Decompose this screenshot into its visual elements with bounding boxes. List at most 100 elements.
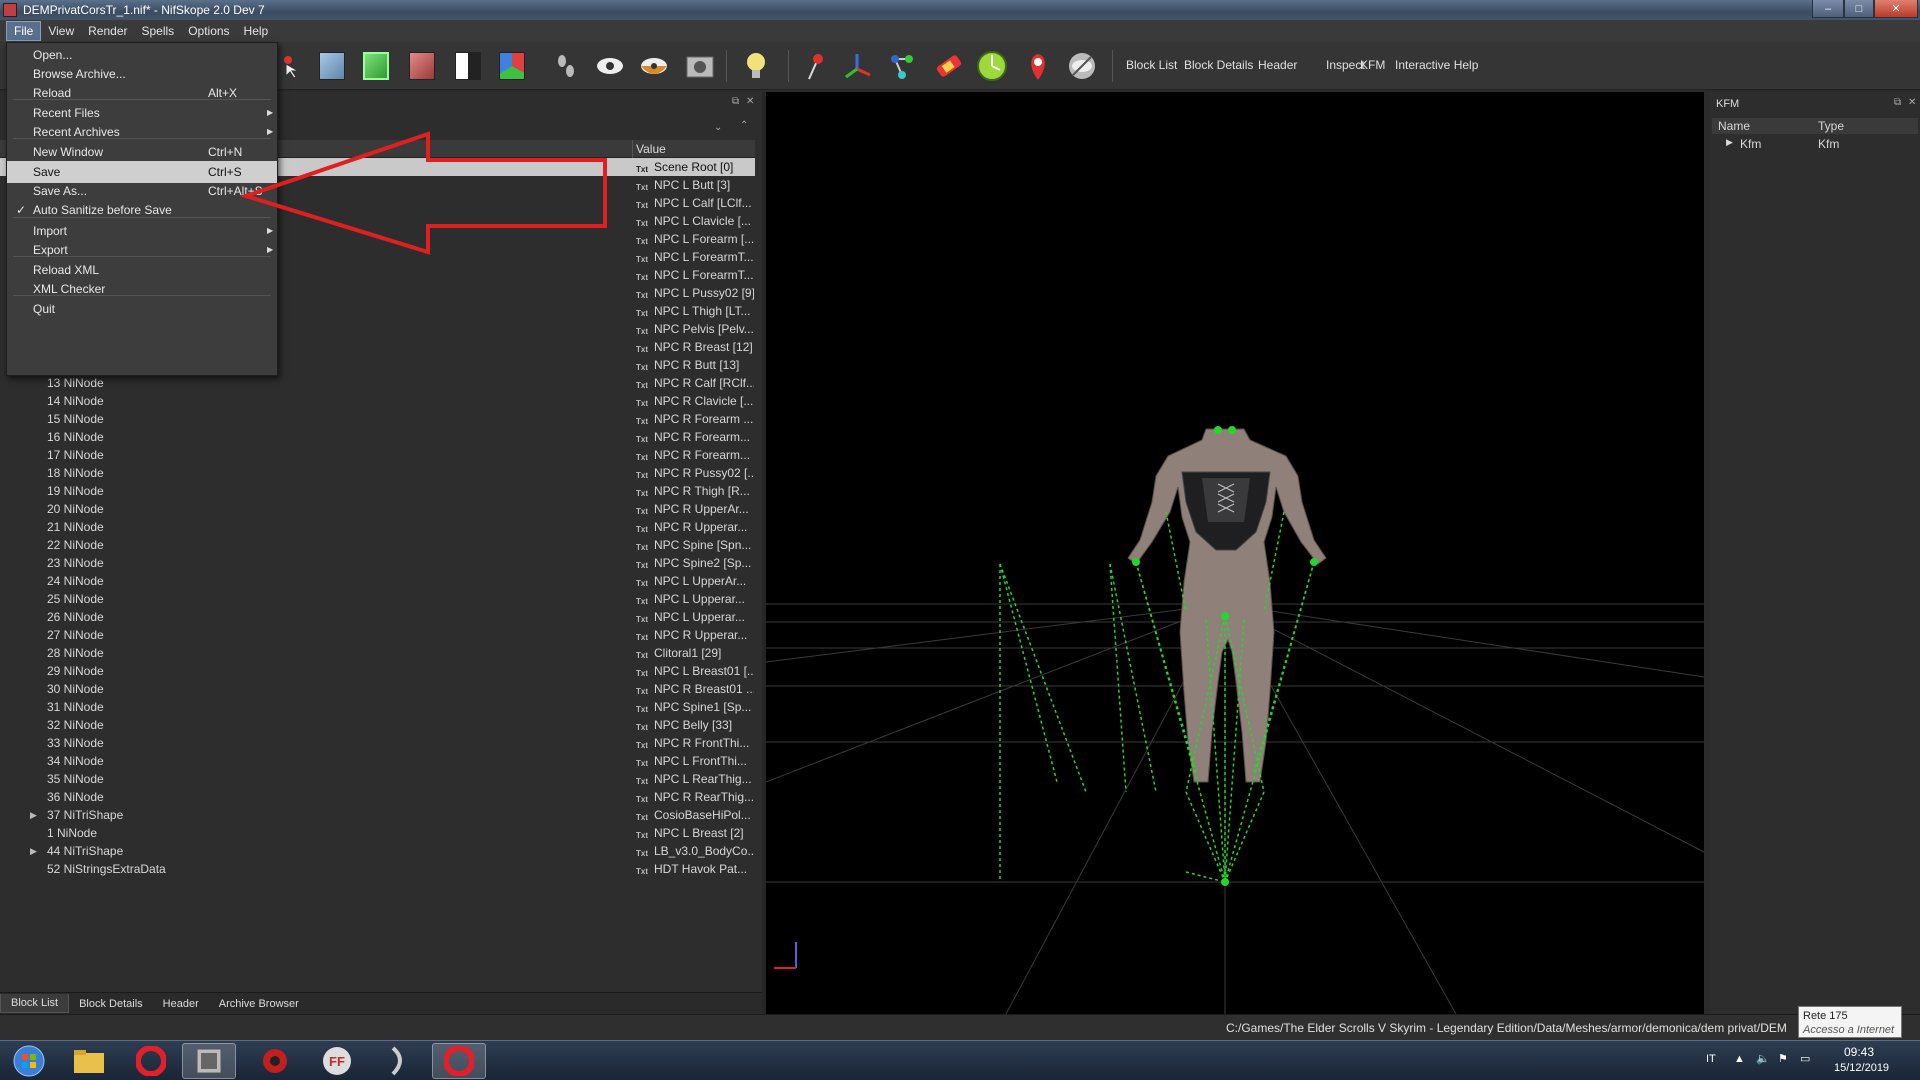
opera-active-icon[interactable]: [432, 1043, 486, 1079]
table-row[interactable]: 17 NiNode Txt NPC R Forearm...: [0, 446, 755, 464]
table-row[interactable]: 28 NiNode Txt Clitoral1 [29]: [0, 644, 755, 662]
tab-archive-browser[interactable]: Archive Browser: [209, 995, 309, 1013]
table-row[interactable]: ▶ 37 NiTriShape Txt CosioBaseHiPol...: [0, 806, 755, 824]
lightbulb-icon[interactable]: [738, 48, 774, 84]
table-row[interactable]: 18 NiNode Txt NPC R Pussy02 [...: [0, 464, 755, 482]
menu-help[interactable]: Help: [237, 22, 276, 40]
table-row[interactable]: 14 NiNode Txt NPC R Clavicle [...: [0, 392, 755, 410]
table-row[interactable]: 33 NiNode Txt NPC R FrontThi...: [0, 734, 755, 752]
value-column-header[interactable]: Value: [636, 142, 666, 156]
kfm-type-header[interactable]: Type: [1818, 119, 1844, 133]
nodes-icon[interactable]: [884, 48, 920, 84]
expand-arrow-icon[interactable]: ▶: [30, 806, 37, 824]
tray-expand-icon[interactable]: ▲: [1734, 1053, 1745, 1065]
table-row[interactable]: 35 NiNode Txt NPC L RearThig...: [0, 770, 755, 788]
menu-item-export[interactable]: Export ▶: [7, 239, 277, 261]
ffdec-icon[interactable]: FF: [310, 1043, 364, 1079]
table-row[interactable]: 20 NiNode Txt NPC R UpperAr...: [0, 500, 755, 518]
folder-icon[interactable]: [62, 1043, 116, 1079]
column-divider[interactable]: [632, 140, 633, 158]
tab-block-details[interactable]: Block Details: [69, 995, 153, 1013]
volume-icon[interactable]: 🔈: [1756, 1052, 1770, 1065]
flag-icon[interactable]: ⚑: [1778, 1052, 1788, 1065]
eye-half-icon[interactable]: [636, 48, 672, 84]
opera-icon[interactable]: [124, 1043, 178, 1079]
toolbar-block-details-button[interactable]: Block Details: [1184, 58, 1253, 72]
start-button[interactable]: [2, 1043, 56, 1079]
table-row[interactable]: 29 NiNode Txt NPC L Breast01 [...: [0, 662, 755, 680]
table-row[interactable]: 19 NiNode Txt NPC R Thigh [R...: [0, 482, 755, 500]
toolbar-interactive-help-button[interactable]: Interactive Help: [1395, 58, 1478, 72]
table-row[interactable]: 26 NiNode Txt NPC L Upperar...: [0, 608, 755, 626]
render-viewport[interactable]: [766, 92, 1704, 1014]
menu-item-auto-sanitize[interactable]: ✓ Auto Sanitize before Save: [7, 199, 277, 221]
table-row[interactable]: 52 NiStringsExtraData Txt HDT Havok Pat...: [0, 860, 755, 878]
table-row[interactable]: 16 NiNode Txt NPC R Forearm...: [0, 428, 755, 446]
table-row[interactable]: ▶ 44 NiTriShape Txt LB_v3.0_BodyCo...: [0, 842, 755, 860]
footprints-icon[interactable]: [548, 48, 584, 84]
axes-icon[interactable]: [840, 48, 876, 84]
chevron-up-icon[interactable]: ⌃: [740, 120, 748, 131]
tab-header[interactable]: Header: [153, 995, 209, 1013]
toolbar-kfm-button[interactable]: KFM: [1360, 58, 1385, 72]
eye-hidden-icon[interactable]: [1064, 48, 1100, 84]
clock-time[interactable]: 09:43: [1844, 1045, 1874, 1059]
menu-item-quit[interactable]: Quit: [7, 298, 277, 320]
panel-float-icon[interactable]: ⧉: [1894, 97, 1901, 108]
clock-icon[interactable]: [974, 48, 1010, 84]
table-row[interactable]: 24 NiNode Txt NPC L UpperAr...: [0, 572, 755, 590]
table-row[interactable]: 22 NiNode Txt NPC Spine [Spn...: [0, 536, 755, 554]
table-row[interactable]: 30 NiNode Txt NPC R Breast01 ...: [0, 680, 755, 698]
panel-close-icon[interactable]: ✕: [1908, 97, 1916, 108]
table-row[interactable]: 32 NiNode Txt NPC Belly [33]: [0, 716, 755, 734]
tab-block-list[interactable]: Block List: [0, 994, 70, 1013]
maximize-button[interactable]: □: [1844, 0, 1874, 18]
green-cube-icon[interactable]: [358, 48, 394, 84]
menu-item-new-window[interactable]: New Window Ctrl+N: [7, 141, 277, 163]
table-row[interactable]: 21 NiNode Txt NPC R Upperar...: [0, 518, 755, 536]
table-row[interactable]: 31 NiNode Txt NPC Spine1 [Sp...: [0, 698, 755, 716]
table-row[interactable]: 23 NiNode Txt NPC Spine2 [Sp...: [0, 554, 755, 572]
table-row[interactable]: 36 NiNode Txt NPC R RearThig...: [0, 788, 755, 806]
skyrim-icon[interactable]: [372, 1043, 426, 1079]
menu-render[interactable]: Render: [81, 22, 134, 40]
expand-arrow-icon[interactable]: ▶: [1726, 137, 1733, 148]
close-button[interactable]: ✕: [1874, 0, 1918, 18]
toolbar-block-list-button[interactable]: Block List: [1126, 58, 1177, 72]
table-row[interactable]: 34 NiNode Txt NPC L FrontThi...: [0, 752, 755, 770]
minimize-button[interactable]: –: [1812, 0, 1844, 18]
menu-options[interactable]: Options: [181, 22, 236, 40]
table-row[interactable]: 13 NiNode Txt NPC R Calf [RClf...: [0, 374, 755, 392]
half-cube-icon[interactable]: [450, 48, 486, 84]
blue-cube-icon[interactable]: [314, 48, 350, 84]
menu-spells[interactable]: Spells: [135, 22, 182, 40]
table-row[interactable]: 27 NiNode Txt NPC R Upperar...: [0, 626, 755, 644]
gradient-icon[interactable]: [930, 48, 966, 84]
marker-icon[interactable]: [1020, 48, 1056, 84]
menu-item-reload[interactable]: Reload Alt+X: [7, 82, 277, 104]
expand-arrow-icon[interactable]: ▶: [30, 842, 37, 860]
game-icon[interactable]: [248, 1043, 302, 1079]
network-icon[interactable]: ▭: [1800, 1052, 1810, 1065]
table-row[interactable]: 15 NiNode Txt NPC R Forearm ...: [0, 410, 755, 428]
table-row[interactable]: 25 NiNode Txt NPC L Upperar...: [0, 590, 755, 608]
pin-icon[interactable]: [796, 48, 832, 84]
clock-date[interactable]: 15/12/2019: [1834, 1062, 1889, 1074]
panel-close-icon[interactable]: ✕: [746, 96, 754, 107]
nifskope-task-icon[interactable]: [182, 1043, 236, 1079]
eye-icon[interactable]: [592, 48, 628, 84]
colored-cube-icon[interactable]: [494, 48, 530, 84]
toolbar-header-button[interactable]: Header: [1258, 58, 1297, 72]
kfm-name-header[interactable]: Name: [1718, 119, 1750, 133]
menu-view[interactable]: View: [41, 22, 81, 40]
camera-icon[interactable]: [682, 48, 718, 84]
table-row[interactable]: 1 NiNode Txt NPC L Breast [2]: [0, 824, 755, 842]
chevron-down-icon[interactable]: ⌄: [714, 122, 722, 133]
red-cube-icon[interactable]: [404, 48, 440, 84]
panel-float-icon[interactable]: ⧉: [732, 96, 739, 107]
kfm-row[interactable]: ▶ Kfm Kfm: [1712, 136, 1918, 152]
menu-file[interactable]: File: [6, 21, 42, 41]
language-indicator[interactable]: IT: [1706, 1053, 1716, 1065]
menu-item-xml-checker[interactable]: XML Checker: [7, 278, 277, 300]
menu-item-recent-archives[interactable]: Recent Archives ▶: [7, 121, 277, 143]
